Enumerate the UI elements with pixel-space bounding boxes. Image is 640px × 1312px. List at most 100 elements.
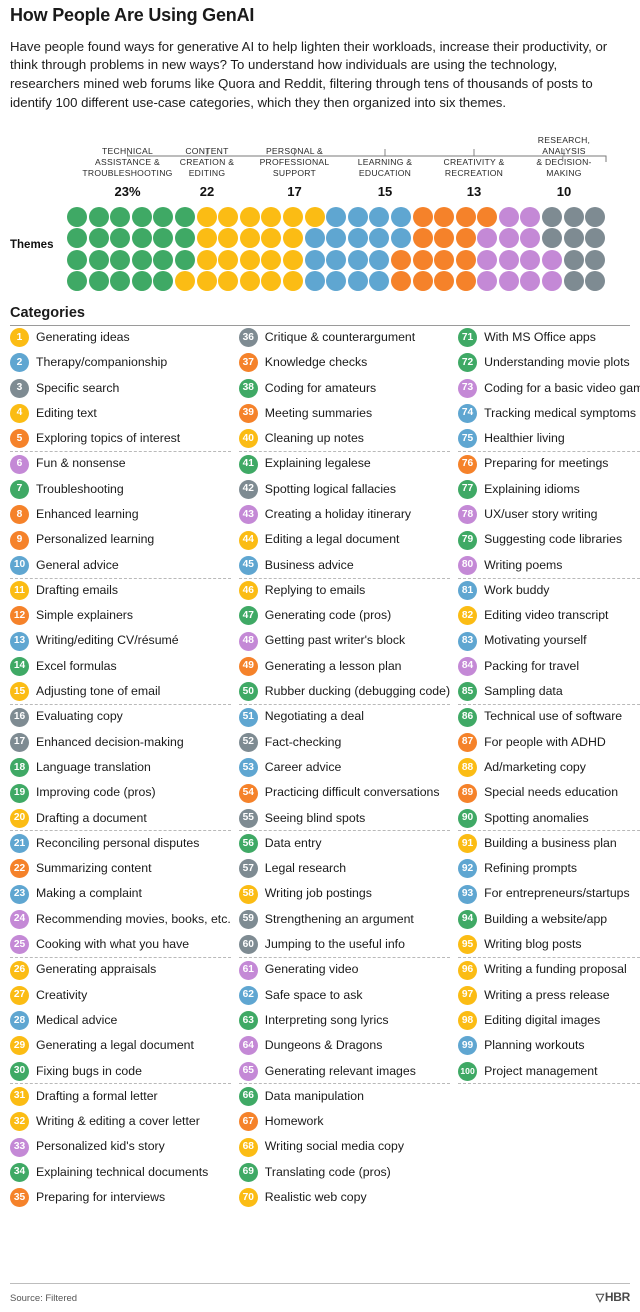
theme-dot <box>347 249 368 270</box>
theme-dot <box>434 249 455 270</box>
category-number-badge: 92 <box>458 859 478 879</box>
category-label: Summarizing content <box>36 861 152 876</box>
category-number-badge: 3 <box>10 378 29 398</box>
category-row: 3 Specific search <box>10 376 231 401</box>
category-label: Enhanced learning <box>36 507 139 521</box>
category-row: 42 Spotting logical fallacies <box>238 477 450 502</box>
category-row: 19 Improving code (pros) <box>10 781 231 806</box>
category-row: 39 Meeting summaries <box>238 401 450 426</box>
theme-dot <box>110 271 131 292</box>
theme-dot <box>304 271 325 292</box>
category-row: 67 Homework <box>238 1110 450 1135</box>
category-label: Editing text <box>36 405 97 420</box>
category-row: 76 Preparing for meetings <box>458 452 640 477</box>
category-number-badge: 19 <box>10 783 29 803</box>
categories-column-2: 36 Critique & counterargument 37 Knowledge … <box>238 326 451 1211</box>
category-label: Data manipulation <box>264 1088 364 1103</box>
categories-column-3: 71 With MS Office apps 72 Understanding mov… <box>458 326 640 1211</box>
category-row: 93 For entrepreneurs/startups <box>458 882 640 907</box>
category-label: Drafting a formal letter <box>36 1088 158 1103</box>
category-label: Reconciling personal disputes <box>36 835 200 850</box>
category-label: Career advice <box>264 759 342 774</box>
category-label: Medical advice <box>36 1012 118 1027</box>
category-label: Generating appraisals <box>36 962 157 977</box>
theme-dot <box>88 206 109 227</box>
category-label: Motivating yourself <box>484 633 587 648</box>
category-row: 12 Simple explainers <box>10 604 231 629</box>
theme-dot <box>88 249 109 270</box>
category-label: Drafting emails <box>36 582 119 597</box>
category-label: Writing social media copy <box>264 1139 404 1154</box>
category-row: 50 Rubber ducking (debugging code) <box>238 680 451 705</box>
category-number-badge: 54 <box>238 783 258 803</box>
theme-dot <box>542 271 563 292</box>
theme-dot <box>434 206 455 227</box>
theme-dot <box>542 206 563 227</box>
category-label: Recommending movies, books, etc. <box>36 911 231 926</box>
category-label: Technical use of software <box>484 709 623 724</box>
theme-label-line: ANALYSIS <box>542 145 586 156</box>
theme-dot <box>347 271 368 292</box>
theme-dot <box>88 228 109 249</box>
category-row: 4 Editing text <box>10 401 231 426</box>
theme-dot <box>455 249 476 270</box>
category-row: 60 Jumping to the useful info <box>238 933 451 958</box>
category-row: 44 Editing a legal document <box>238 528 450 553</box>
theme-dot <box>455 271 476 292</box>
theme-dot <box>326 228 347 249</box>
theme-dot <box>498 206 519 227</box>
category-number-badge: 69 <box>238 1162 258 1182</box>
theme-dot <box>304 249 325 270</box>
theme-dot <box>261 271 282 292</box>
category-row: 32 Writing & editing a cover letter <box>10 1110 231 1135</box>
category-label: Writing blog posts <box>484 937 582 952</box>
theme-dot <box>261 206 282 227</box>
theme-dot <box>67 206 87 227</box>
category-number-badge: 94 <box>458 910 478 929</box>
theme-dot <box>369 249 390 270</box>
theme-dot <box>218 206 239 227</box>
theme-value-2: 22 <box>199 183 215 199</box>
category-label: Improving code (pros) <box>36 785 156 800</box>
infographic-page: How People Are Using GenAI Have people f… <box>0 0 640 1312</box>
category-row: 79 Suggesting code libraries <box>458 528 640 553</box>
category-number-badge: 32 <box>10 1112 29 1132</box>
theme-dot <box>542 228 563 249</box>
theme-label-5: CREATIVITY & RECREATION 13 <box>428 157 520 201</box>
category-label: Interpreting song lyrics <box>264 1012 389 1027</box>
category-row: 14 Excel formulas <box>10 654 231 679</box>
theme-dot <box>218 249 239 270</box>
theme-dot <box>282 271 303 292</box>
category-label: Fun & nonsense <box>36 456 126 471</box>
theme-dot <box>390 228 411 249</box>
category-number-badge: 53 <box>238 758 258 778</box>
theme-label-line: PERSONAL & <box>265 145 324 156</box>
theme-dot <box>131 249 152 270</box>
category-number-badge: 44 <box>238 530 258 550</box>
category-label: Writing a funding proposal <box>484 962 627 977</box>
category-label: Preparing for interviews <box>36 1190 166 1205</box>
theme-dot <box>67 249 87 270</box>
category-row: 57 Legal research <box>238 857 450 882</box>
source-note: Source: Filtered <box>10 1293 78 1304</box>
category-label: Personalized learning <box>36 532 155 547</box>
category-label: Understanding movie plots <box>484 355 630 370</box>
category-label: Generating a legal document <box>36 1038 194 1053</box>
theme-label-line: LEARNING & <box>357 156 413 167</box>
theme-dot <box>520 271 541 292</box>
category-label: Project management <box>484 1063 598 1078</box>
theme-dot <box>261 228 282 249</box>
category-number-badge: 8 <box>10 505 29 525</box>
category-row: 89 Special needs education <box>458 781 640 806</box>
theme-label-line: EDUCATION <box>358 167 412 178</box>
category-row: 91 Building a business plan <box>458 831 640 856</box>
theme-dot <box>390 249 411 270</box>
category-label: Generating code (pros) <box>264 608 392 623</box>
theme-label-line: RESEARCH, <box>537 134 591 145</box>
category-number-badge: 60 <box>238 935 258 955</box>
theme-dot <box>563 206 584 227</box>
category-number-badge: 76 <box>458 454 478 474</box>
category-label: Knowledge checks <box>264 355 368 370</box>
category-label: Explaining legalese <box>264 456 371 471</box>
category-number-badge: 22 <box>10 859 29 879</box>
